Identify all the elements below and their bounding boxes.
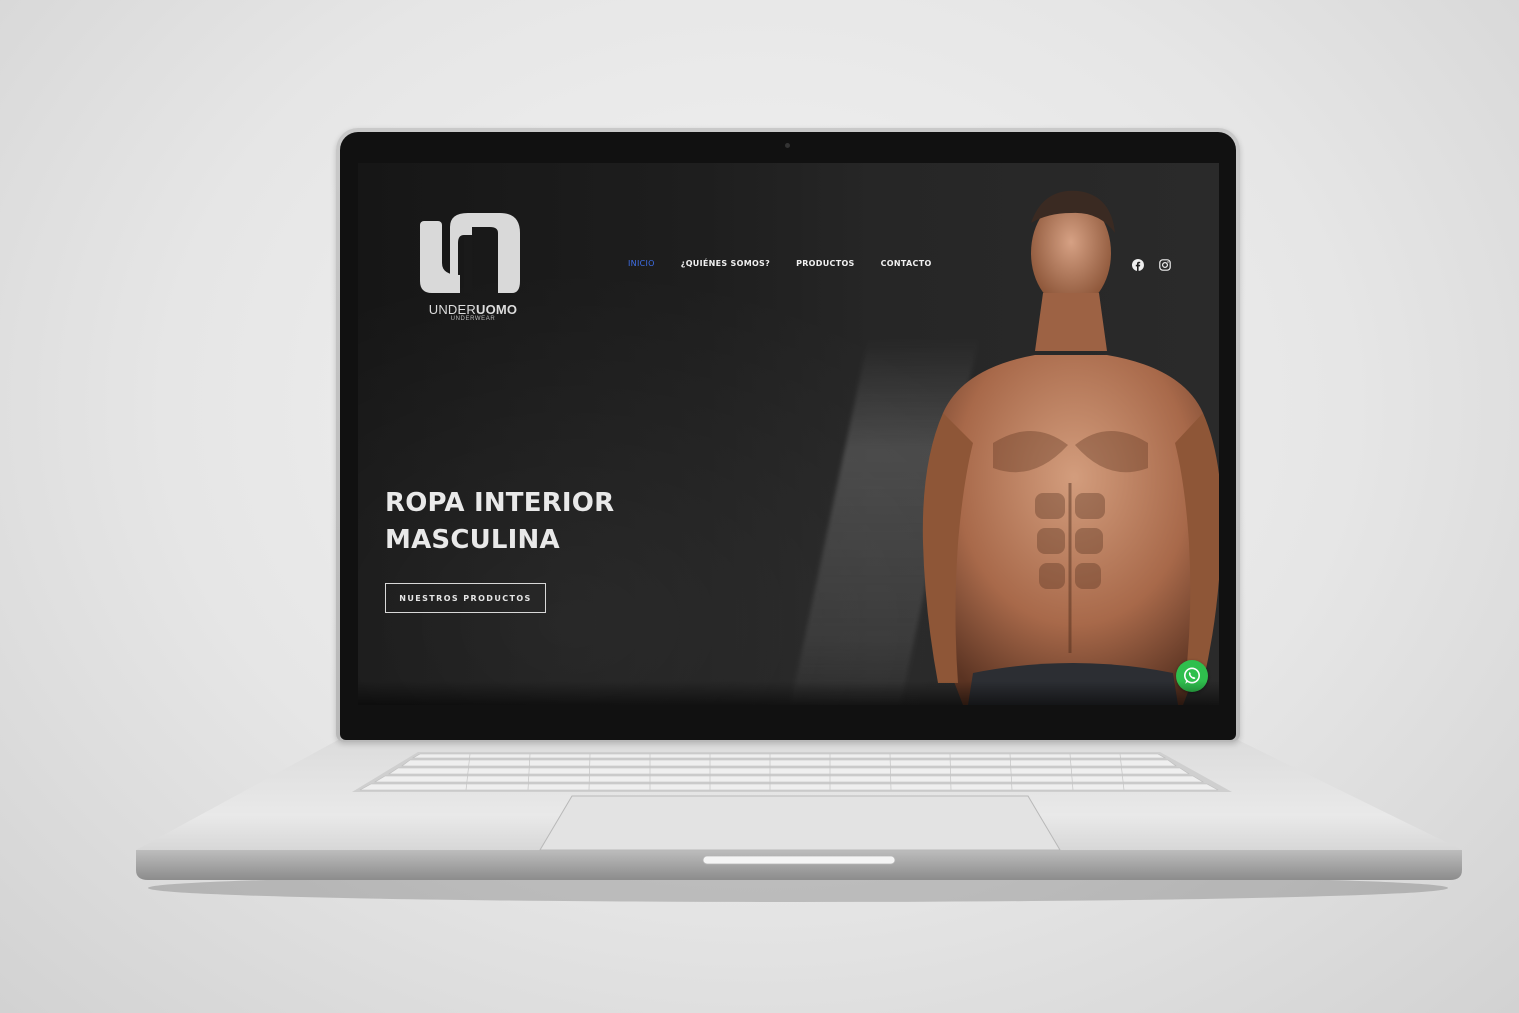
hero-title-line-2: MASCULINA bbox=[385, 525, 560, 555]
main-nav: INICIO ¿QUIÉNES SOMOS? PRODUCTOS CONTACT… bbox=[628, 259, 932, 268]
brand-subtitle: UNDERWEAR bbox=[450, 316, 496, 322]
nav-item-productos[interactable]: PRODUCTOS bbox=[796, 259, 855, 268]
nav-item-quienes-somos[interactable]: ¿QUIÉNES SOMOS? bbox=[681, 259, 770, 268]
social-links bbox=[1131, 258, 1171, 271]
brand-name-light: UNDER bbox=[428, 302, 476, 317]
instagram-icon[interactable] bbox=[1158, 258, 1171, 271]
hero-title-line-1: ROPA INTERIOR bbox=[385, 488, 615, 518]
hero-title: ROPA INTERIOR MASCULINA bbox=[385, 485, 685, 559]
nuestros-productos-button[interactable]: NUESTROS PRODUCTOS bbox=[385, 583, 546, 613]
facebook-icon[interactable] bbox=[1131, 258, 1144, 271]
nav-item-contacto[interactable]: CONTACTO bbox=[881, 259, 932, 268]
laptop-screen: UNDERUOMO UNDERWEAR INICIO ¿QUIÉNES SOMO… bbox=[358, 163, 1219, 705]
brand-name-bold: UOMO bbox=[475, 302, 518, 317]
nav-item-inicio[interactable]: INICIO bbox=[628, 259, 655, 268]
mockup-scene: UNDERUOMO UNDERWEAR INICIO ¿QUIÉNES SOMO… bbox=[0, 0, 1519, 1013]
webcam bbox=[785, 143, 790, 148]
screen-bottom-shade bbox=[358, 681, 1219, 705]
hero-model-image bbox=[922, 190, 1219, 705]
brand-logo-text: UNDERUOMO bbox=[423, 302, 523, 317]
